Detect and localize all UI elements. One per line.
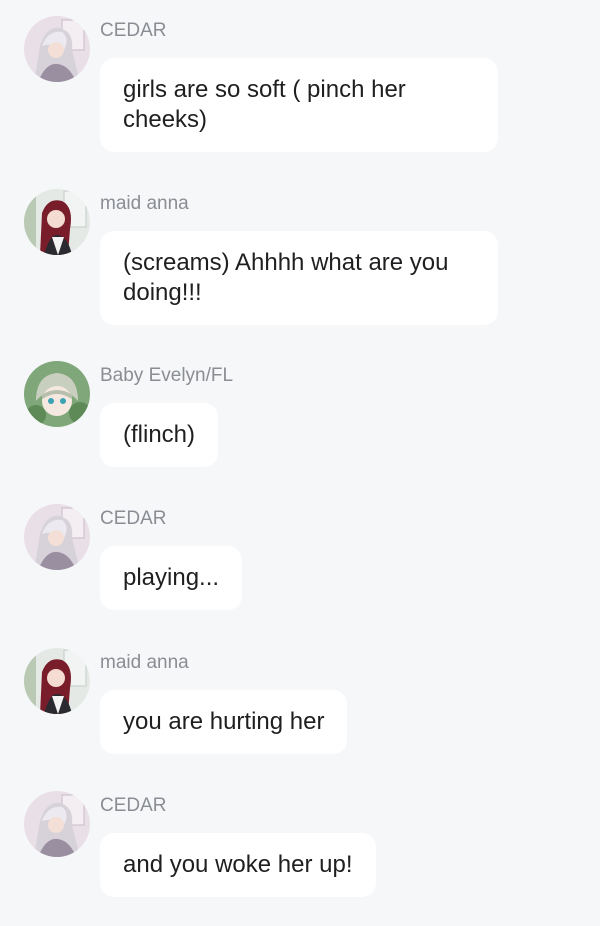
sender-name: maid anna (100, 193, 189, 214)
cedar-avatar[interactable] (24, 16, 90, 82)
message-item: CEDAR playing... (0, 504, 600, 614)
message-item: maid anna (screams) Ahhhh what are you d… (0, 189, 600, 329)
chat-log: CEDAR girls are so soft ( pinch her chee… (0, 0, 600, 926)
message-bubble: (screams) Ahhhh what are you doing!!! (100, 231, 498, 325)
cedar-avatar-icon (24, 16, 90, 82)
cedar-avatar[interactable] (24, 504, 90, 570)
baby-evelyn-avatar[interactable] (24, 361, 90, 427)
maid-anna-avatar-icon (24, 648, 90, 714)
message-bubble: (flinch) (100, 403, 219, 467)
message-bubble: and you woke her up! (100, 833, 376, 897)
cedar-avatar-icon (24, 791, 90, 857)
baby-evelyn-avatar-icon (24, 361, 90, 427)
message-item: CEDAR girls are so soft ( pinch her chee… (0, 16, 600, 156)
maid-anna-avatar[interactable] (24, 648, 90, 714)
message-bubble: playing... (100, 546, 243, 610)
message-item: Baby Evelyn/FL (flinch) (0, 361, 600, 471)
sender-name: CEDAR (100, 20, 167, 41)
message-item: maid anna you are hurting her (0, 648, 600, 758)
sender-name: Baby Evelyn/FL (100, 365, 234, 386)
cedar-avatar-icon (24, 504, 90, 570)
sender-name: CEDAR (100, 508, 167, 529)
message-item: CEDAR and you woke her up! (0, 791, 600, 901)
sender-name: maid anna (100, 652, 189, 673)
maid-anna-avatar-icon (24, 189, 90, 255)
maid-anna-avatar[interactable] (24, 189, 90, 255)
message-bubble: you are hurting her (100, 690, 348, 754)
sender-name: CEDAR (100, 795, 167, 816)
cedar-avatar[interactable] (24, 791, 90, 857)
message-bubble: girls are so soft ( pinch her cheeks) (100, 58, 498, 152)
